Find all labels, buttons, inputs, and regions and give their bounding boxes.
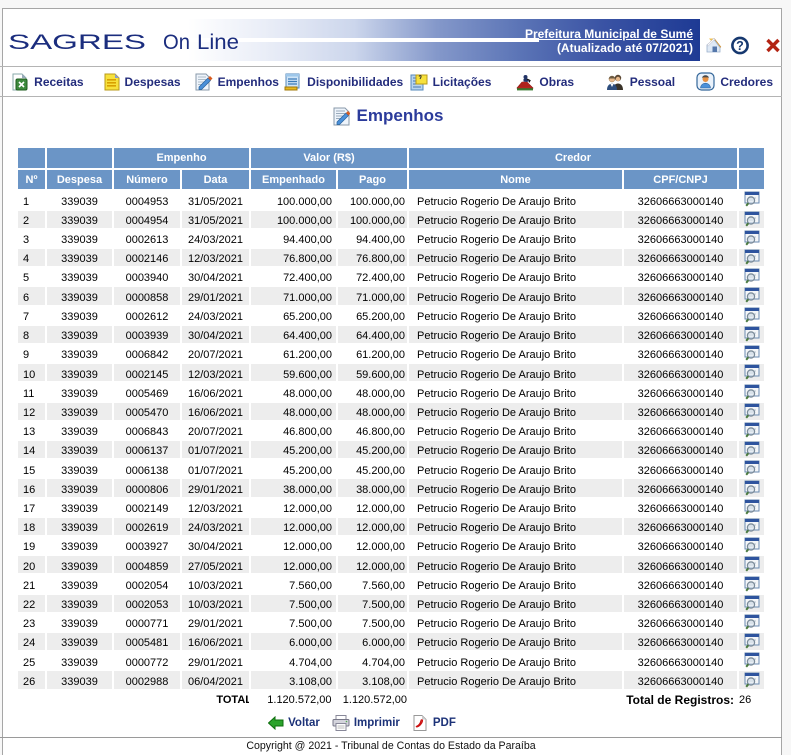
svg-text:On: On — [163, 31, 190, 54]
svg-text:?: ? — [736, 39, 744, 53]
svg-text:Line: Line — [197, 31, 239, 54]
svg-text:SAGRES: SAGRES — [8, 31, 146, 54]
